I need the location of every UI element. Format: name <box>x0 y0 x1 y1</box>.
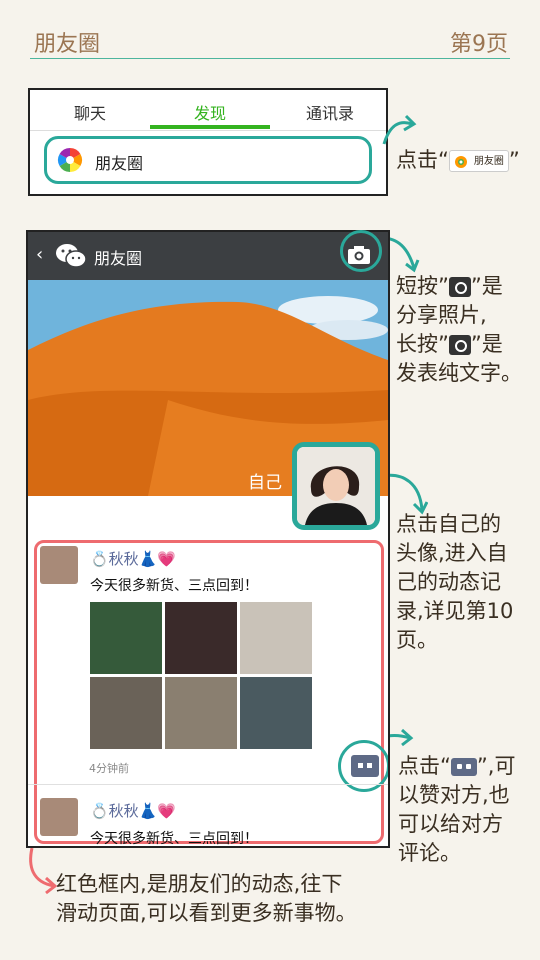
page-number: 第9页 <box>450 32 508 57</box>
post-photo[interactable] <box>165 677 237 749</box>
post-time: 4分钟前 <box>89 762 129 775</box>
note-text: 己的动态记 <box>396 570 501 594</box>
tab-chat[interactable]: 聊天 <box>30 100 150 124</box>
tab-contacts[interactable]: 通讯录 <box>270 100 390 124</box>
header-divider <box>30 58 510 59</box>
post-avatar[interactable] <box>40 798 78 836</box>
post-avatar[interactable] <box>40 546 78 584</box>
note-text: 分享照片, <box>396 303 487 327</box>
camera-highlight-ring <box>340 230 382 272</box>
note-text: 以赞对方,也 <box>398 783 510 807</box>
note-text: ”是 <box>470 274 503 298</box>
avatar <box>297 447 375 525</box>
post-photo[interactable] <box>240 677 312 749</box>
note-text: 发表纯文字。 <box>396 361 522 385</box>
wechat-tab-card: 聊天 发现 通讯录 朋友圈 <box>28 88 388 196</box>
back-icon[interactable]: ‹ <box>36 244 43 265</box>
note-avatar: 点击自己的 头像,进入自 己的动态记 录,详见第10 页。 <box>396 510 513 655</box>
post-text: 今天很多新货、三点回到！ <box>90 578 258 594</box>
dot-icon <box>358 763 363 768</box>
post-photo[interactable] <box>240 602 312 674</box>
note-text: 滑动页面,可以看到更多新事物。 <box>56 901 357 925</box>
tab-discover[interactable]: 发现 <box>150 100 270 124</box>
note-text: 点击“ <box>398 754 451 778</box>
note-text: 点击自己的 <box>396 512 501 536</box>
comment-icon <box>450 758 477 776</box>
note-text: 评论。 <box>398 841 461 865</box>
arrow-icon <box>29 847 58 895</box>
camera-icon <box>448 335 471 355</box>
camera-icon <box>448 277 471 297</box>
post-photo[interactable] <box>90 677 162 749</box>
note-text: 可以给对方 <box>398 812 503 836</box>
moments-entry-label: 朋友圈 <box>95 154 144 173</box>
note-tap-moments: 点击“ 朋友圈 ” <box>396 146 520 175</box>
moments-chip: 朋友圈 <box>448 150 509 172</box>
note-text: 点击“ <box>396 148 449 172</box>
titlebar: ‹ 朋友圈 <box>28 232 388 280</box>
note-text: 长按” <box>396 332 449 356</box>
note-comment: 点击“ ”,可 以赞对方,也 可以给对方 评论。 <box>398 752 515 868</box>
moments-aperture-icon <box>454 156 467 168</box>
note-text: 头像,进入自 <box>396 541 508 565</box>
post-text: 今天很多新货、三点回到！ <box>90 831 258 847</box>
titlebar-title: 朋友圈 <box>94 249 143 268</box>
note-text: ”是 <box>470 332 503 356</box>
post-photo[interactable] <box>165 602 237 674</box>
note-text: 红色框内,是朋友们的动态,往下 <box>56 872 343 896</box>
self-name[interactable]: 自己 <box>248 468 282 493</box>
moments-entry-button[interactable]: 朋友圈 <box>44 136 372 184</box>
moments-aperture-icon <box>57 148 83 172</box>
note-text: ”,可 <box>476 754 516 778</box>
arrow-icon <box>382 114 417 145</box>
dot-icon <box>367 763 372 768</box>
note-text: ” <box>508 148 520 172</box>
comment-button[interactable] <box>351 755 379 777</box>
post-author[interactable]: 💍秋秋👗💗 <box>90 548 176 569</box>
note-text: 页。 <box>396 628 438 652</box>
note-text: 录,详见第10 <box>396 599 514 623</box>
wechat-logo-icon <box>56 244 87 268</box>
note-feed: 红色框内,是朋友们的动态,往下 滑动页面,可以看到更多新事物。 <box>56 870 357 928</box>
tab-divider <box>30 130 386 131</box>
self-avatar[interactable] <box>292 442 380 530</box>
note-camera: 短按” ”是 分享照片, 长按” ”是 发表纯文字。 <box>396 272 522 388</box>
chip-label: 朋友圈 <box>473 156 504 167</box>
post-photo[interactable] <box>90 602 162 674</box>
post-author[interactable]: 💍秋秋👗💗 <box>90 800 176 821</box>
active-tab-indicator <box>150 125 270 129</box>
post-divider <box>28 784 388 785</box>
moments-screen: ‹ 朋友圈 自己 💍秋秋👗💗 今天很多新货、三点回到！ 4分钟前 💍秋秋👗💗 今… <box>26 230 390 848</box>
page-title: 朋友圈 <box>34 32 101 57</box>
note-text: 短按” <box>396 274 449 298</box>
